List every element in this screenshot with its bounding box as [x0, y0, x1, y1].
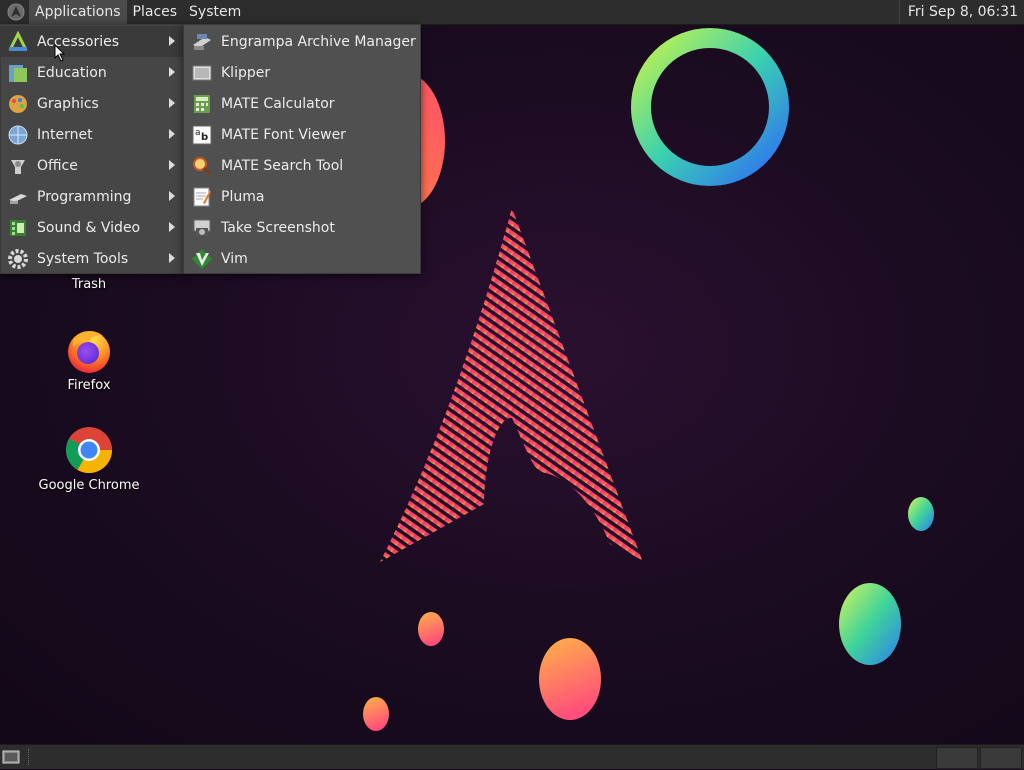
mouse-cursor-icon — [54, 43, 66, 66]
font-viewer-icon: ab — [191, 124, 213, 146]
desktop-icon-firefox[interactable]: Firefox — [29, 326, 149, 393]
graphics-icon — [7, 93, 29, 115]
internet-icon — [7, 124, 29, 146]
vim-icon — [191, 248, 213, 270]
menu-item-font-viewer[interactable]: ab MATE Font Viewer — [184, 119, 420, 150]
applications-menu[interactable]: Applications — [29, 0, 127, 24]
bubble-shape — [539, 638, 601, 720]
screenshot-icon — [191, 217, 213, 239]
chevron-right-icon — [169, 191, 175, 201]
menu-item-accessories[interactable]: Accessories — [1, 26, 183, 57]
search-tool-icon — [191, 155, 213, 177]
workspace-switcher-1[interactable] — [936, 747, 978, 769]
chevron-right-icon — [169, 160, 175, 170]
places-menu[interactable]: Places — [127, 0, 184, 24]
arch-logo-icon[interactable] — [5, 1, 27, 23]
menu-item-programming[interactable]: Programming — [1, 181, 183, 212]
bubble-shape — [839, 583, 901, 665]
bottom-panel — [0, 744, 1024, 769]
menu-item-system-tools[interactable]: System Tools — [1, 243, 183, 274]
desktop-icon-label: Trash — [71, 277, 107, 292]
text-editor-icon — [191, 186, 213, 208]
desktop-icon-label: Firefox — [67, 378, 111, 393]
menu-item-office[interactable]: Office — [1, 150, 183, 181]
clock[interactable]: Fri Sep 8, 06:31 — [898, 0, 1024, 24]
chevron-right-icon — [169, 98, 175, 108]
system-menu[interactable]: System — [183, 0, 247, 24]
desktop-icon-label: Google Chrome — [38, 478, 140, 493]
calculator-icon — [191, 93, 213, 115]
system-tools-icon — [7, 248, 29, 270]
bubble-shape — [418, 612, 444, 646]
accessories-icon — [7, 30, 29, 53]
archive-manager-icon — [191, 31, 213, 53]
desktop-icon-trash[interactable]: Trash — [29, 277, 149, 292]
firefox-icon — [65, 326, 113, 374]
svg-text:a: a — [195, 128, 201, 138]
menu-item-take-screenshot[interactable]: Take Screenshot — [184, 212, 420, 243]
bubble-shape — [363, 697, 389, 731]
ring-shape — [631, 28, 789, 186]
education-icon — [7, 62, 29, 84]
menu-item-internet[interactable]: Internet — [1, 119, 183, 150]
workspace-switcher-2[interactable] — [980, 747, 1022, 769]
chevron-right-icon — [169, 222, 175, 232]
panel-handle[interactable] — [28, 749, 33, 765]
menu-item-pluma[interactable]: Pluma — [184, 181, 420, 212]
menu-item-engrampa[interactable]: Engrampa Archive Manager — [184, 26, 420, 57]
bubble-shape — [908, 497, 934, 531]
top-panel: Applications Places System Fri Sep 8, 06… — [0, 0, 1024, 25]
show-desktop-icon[interactable] — [2, 748, 22, 766]
chevron-right-icon — [169, 253, 175, 263]
chrome-icon — [65, 426, 113, 474]
menu-item-vim[interactable]: Vim — [184, 243, 420, 274]
menu-item-calculator[interactable]: MATE Calculator — [184, 88, 420, 119]
menu-item-klipper[interactable]: Klipper — [184, 57, 420, 88]
sound-video-icon — [7, 217, 29, 239]
desktop-icon-chrome[interactable]: Google Chrome — [29, 426, 149, 493]
chevron-right-icon — [169, 67, 175, 77]
menu-item-sound-video[interactable]: Sound & Video — [1, 212, 183, 243]
accessories-submenu: Engrampa Archive Manager Klipper MATE Ca… — [183, 24, 421, 274]
svg-text:b: b — [201, 132, 208, 143]
menu-item-education[interactable]: Education — [1, 57, 183, 88]
programming-icon — [7, 186, 29, 208]
applications-dropdown: Accessories Education Graphics Internet … — [0, 24, 184, 274]
office-icon — [7, 155, 29, 177]
chevron-right-icon — [169, 36, 175, 46]
clipboard-icon — [191, 62, 213, 84]
chevron-right-icon — [169, 129, 175, 139]
menu-item-search-tool[interactable]: MATE Search Tool — [184, 150, 420, 181]
menu-item-graphics[interactable]: Graphics — [1, 88, 183, 119]
